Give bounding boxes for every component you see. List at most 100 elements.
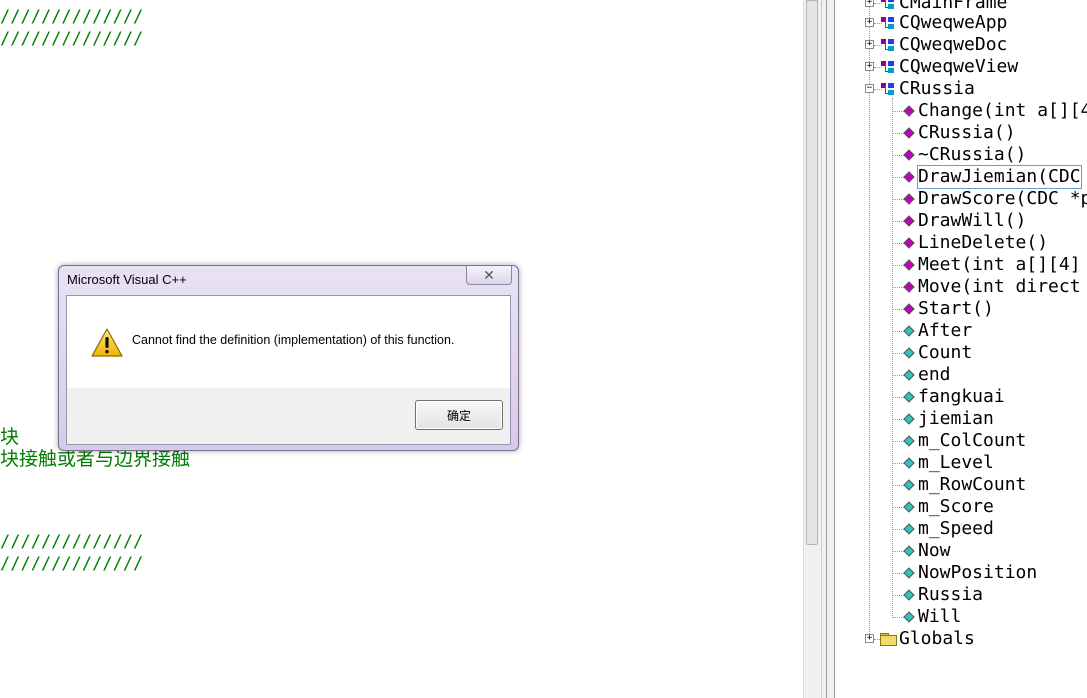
- tree-node-member[interactable]: m_ColCount: [901, 430, 1026, 452]
- member-variable-icon: [903, 347, 915, 359]
- folder-icon: [880, 633, 897, 646]
- ok-button[interactable]: 确定: [415, 400, 503, 430]
- tree-node-label: m_Score: [918, 496, 994, 517]
- tree-node-member[interactable]: jiemian: [901, 408, 994, 430]
- tree-node-method[interactable]: LineDelete(): [901, 232, 1048, 254]
- tree-node-label: DrawScore(CDC *p: [918, 188, 1087, 209]
- member-variable-icon: [903, 567, 915, 579]
- tree-node-label: LineDelete(): [918, 232, 1049, 253]
- tree-node-label: Move(int direct: [918, 276, 1081, 297]
- tree-node-label: After: [918, 320, 973, 341]
- tree-node-label: Meet(int a[][4]: [918, 254, 1081, 275]
- tree-node-label: Globals: [899, 628, 975, 649]
- editor-vertical-scrollbar[interactable]: [803, 0, 821, 698]
- method-icon: [903, 149, 915, 161]
- tree-node-member[interactable]: Count: [901, 342, 972, 364]
- method-icon: [903, 237, 915, 249]
- tree-node-label: ~CRussia(): [918, 144, 1027, 165]
- expand-icon[interactable]: +: [865, 0, 874, 7]
- member-variable-icon: [903, 501, 915, 513]
- tree-node-member[interactable]: Will: [901, 606, 961, 628]
- tree-node-label: Start(): [918, 298, 994, 319]
- tree-node-class-crussia[interactable]: CRussia: [880, 78, 975, 100]
- tree-node-member[interactable]: m_Level: [901, 452, 994, 474]
- tree-node-class[interactable]: CQweqweApp: [880, 12, 1007, 34]
- tree-node-member[interactable]: Now: [901, 540, 951, 562]
- tree-node-member[interactable]: m_RowCount: [901, 474, 1026, 496]
- tree-node-member[interactable]: end: [901, 364, 951, 386]
- code-line: 块接触或者与边界接触: [0, 448, 191, 470]
- dialog-title: Microsoft Visual C++: [67, 272, 187, 287]
- class-icon: [880, 0, 896, 10]
- class-icon: [880, 38, 896, 52]
- member-variable-icon: [903, 611, 915, 623]
- member-variable-icon: [903, 545, 915, 557]
- class-icon: [880, 82, 896, 96]
- code-line: //////////////: [0, 532, 144, 552]
- tree-node-label: NowPosition: [918, 562, 1038, 583]
- method-icon: [903, 105, 915, 117]
- tree-node-method[interactable]: Move(int direct: [901, 276, 1081, 298]
- member-variable-icon: [903, 457, 915, 469]
- tree-node-method[interactable]: DrawWill(): [901, 210, 1026, 232]
- tree-node-method[interactable]: DrawJiemian(CDC: [901, 165, 1082, 189]
- method-icon: [903, 303, 915, 315]
- tree-node-label: CRussia(): [918, 122, 1016, 143]
- code-line: 块: [0, 426, 20, 448]
- tree-node-method[interactable]: Change(int a[][4: [901, 100, 1087, 122]
- member-variable-icon: [903, 589, 915, 601]
- member-variable-icon: [903, 413, 915, 425]
- dialog-body: Cannot find the definition (implementati…: [66, 295, 511, 445]
- message-dialog: Microsoft Visual C++ ✕ Cannot find the d…: [58, 265, 519, 451]
- tree-node-label: m_Speed: [918, 518, 994, 539]
- tree-node-label: m_Level: [918, 452, 994, 473]
- tree-node-label: CQweqweApp: [899, 12, 1008, 33]
- expand-icon[interactable]: +: [865, 634, 874, 643]
- method-icon: [903, 127, 915, 139]
- tree-node-member[interactable]: fangkuai: [901, 386, 1005, 408]
- expand-icon[interactable]: +: [865, 62, 874, 71]
- method-icon: [903, 193, 915, 205]
- tree-node-member[interactable]: Russia: [901, 584, 983, 606]
- method-icon: [903, 281, 915, 293]
- class-icon: [880, 16, 896, 30]
- tree-node-label: m_RowCount: [918, 474, 1027, 495]
- tree-node-method[interactable]: CRussia(): [901, 122, 1016, 144]
- class-icon: [880, 60, 896, 74]
- pane-splitter[interactable]: [821, 0, 835, 698]
- expand-icon[interactable]: +: [865, 40, 874, 49]
- member-variable-icon: [903, 325, 915, 337]
- tree-node-member[interactable]: After: [901, 320, 972, 342]
- tree-node-label: jiemian: [918, 408, 994, 429]
- tree-node-member[interactable]: NowPosition: [901, 562, 1037, 584]
- member-variable-icon: [903, 523, 915, 535]
- tree-node-label: Russia: [918, 584, 984, 605]
- code-line: //////////////: [0, 7, 144, 27]
- method-icon: [903, 215, 915, 227]
- dialog-message: Cannot find the definition (implementati…: [132, 333, 455, 347]
- method-icon: [903, 259, 915, 271]
- tree-node-method[interactable]: Start(): [901, 298, 994, 320]
- tree-node-label: Will: [918, 606, 962, 627]
- tree-node-class[interactable]: CQweqweDoc: [880, 34, 1007, 56]
- class-view-tree[interactable]: CMainFrame + CQweqweApp + CQweqweDoc + C…: [835, 0, 1087, 698]
- dialog-message-area: Cannot find the definition (implementati…: [67, 296, 510, 388]
- tree-node-label: CQweqweDoc: [899, 34, 1008, 55]
- tree-node-method[interactable]: Meet(int a[][4]: [901, 254, 1081, 276]
- collapse-icon[interactable]: −: [865, 84, 874, 93]
- tree-node-member[interactable]: m_Score: [901, 496, 994, 518]
- tree-node-method[interactable]: ~CRussia(): [901, 144, 1026, 166]
- tree-node-label: m_ColCount: [918, 430, 1027, 451]
- code-line: //////////////: [0, 29, 144, 49]
- tree-node-globals[interactable]: Globals: [880, 628, 975, 650]
- close-button[interactable]: ✕: [466, 266, 512, 285]
- scrollbar-thumb[interactable]: [806, 0, 818, 545]
- tree-node-label: DrawWill(): [918, 210, 1027, 231]
- tree-node-member[interactable]: m_Speed: [901, 518, 994, 540]
- tree-node-label: CQweqweView: [899, 56, 1019, 77]
- tree-node-label: Count: [918, 342, 973, 363]
- member-variable-icon: [903, 391, 915, 403]
- expand-icon[interactable]: +: [865, 18, 874, 27]
- tree-node-class[interactable]: CQweqweView: [880, 56, 1018, 78]
- tree-node-method[interactable]: DrawScore(CDC *p: [901, 188, 1087, 210]
